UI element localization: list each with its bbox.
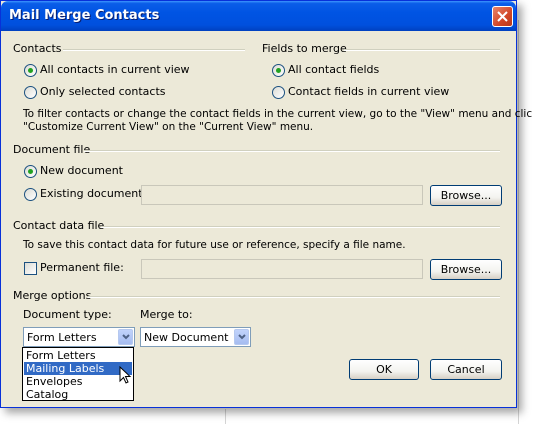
document-type-value: Form Letters <box>27 331 97 344</box>
close-button[interactable] <box>492 6 513 27</box>
window-title: Mail Merge Contacts <box>9 8 160 23</box>
merge-to-dropdown-button[interactable] <box>234 329 249 345</box>
document-type-label: Document type: <box>23 308 112 321</box>
dropdown-option-mailing-labels[interactable]: Mailing Labels <box>24 362 132 375</box>
ok-button[interactable]: OK <box>349 359 419 380</box>
background-divider <box>225 409 226 424</box>
title-bar[interactable]: Mail Merge Contacts <box>1 1 516 31</box>
merge-to-value: New Document <box>144 331 229 344</box>
document-file-separator <box>84 150 500 152</box>
chevron-down-icon <box>238 334 246 340</box>
permanent-file-checkbox[interactable] <box>24 262 37 275</box>
dropdown-option-envelopes[interactable]: Envelopes <box>24 375 132 388</box>
all-fields-label[interactable]: All contact fields <box>288 63 379 76</box>
selected-contacts-label[interactable]: Only selected contacts <box>40 85 166 98</box>
filter-info-line1: To filter contacts or change the contact… <box>23 108 533 120</box>
contacts-group-label: Contacts <box>13 42 62 55</box>
dropdown-option-form-letters[interactable]: Form Letters <box>24 349 132 362</box>
fields-group-label: Fields to merge <box>262 42 347 55</box>
existing-document-radio[interactable] <box>24 188 37 201</box>
selected-contacts-radio[interactable] <box>24 86 37 99</box>
permanent-file-path-field[interactable] <box>141 259 423 279</box>
new-document-radio[interactable] <box>24 165 37 178</box>
all-fields-radio[interactable] <box>272 64 285 77</box>
merge-to-label: Merge to: <box>140 308 193 321</box>
contact-data-separator <box>101 226 500 228</box>
mouse-pointer-icon <box>119 366 132 384</box>
merge-options-separator <box>88 296 500 298</box>
document-type-dropdown-button[interactable] <box>118 329 133 345</box>
view-fields-radio[interactable] <box>272 86 285 99</box>
existing-document-label[interactable]: Existing document: <box>40 187 146 200</box>
document-type-dropdown-list[interactable]: Form Letters Mailing Labels Envelopes Ca… <box>22 347 134 401</box>
contact-data-group-label: Contact data file <box>13 219 105 232</box>
cancel-button[interactable]: Cancel <box>430 359 502 380</box>
contacts-separator <box>63 49 245 51</box>
new-document-label[interactable]: New document <box>40 164 123 177</box>
document-file-group-label: Document file <box>13 143 91 156</box>
dropdown-option-catalog[interactable]: Catalog <box>24 388 132 401</box>
all-contacts-radio[interactable] <box>24 64 37 77</box>
document-browse-button[interactable]: Browse... <box>430 185 502 206</box>
filter-info-line2: "Customize Current View" on the "Current… <box>23 121 314 133</box>
contact-data-browse-button[interactable]: Browse... <box>430 259 502 280</box>
merge-options-group-label: Merge options <box>13 289 92 302</box>
close-icon <box>497 11 508 22</box>
view-fields-label[interactable]: Contact fields in current view <box>288 85 449 98</box>
document-type-combo[interactable]: Form Letters <box>23 327 135 347</box>
contact-data-info: To save this contact data for future use… <box>23 239 406 251</box>
permanent-file-label[interactable]: Permanent file: <box>40 261 124 274</box>
existing-document-path-field[interactable] <box>141 185 423 205</box>
background-divider <box>518 20 519 424</box>
merge-to-combo[interactable]: New Document <box>140 327 251 347</box>
fields-separator <box>344 49 500 51</box>
all-contacts-label[interactable]: All contacts in current view <box>40 63 190 76</box>
chevron-down-icon <box>122 334 130 340</box>
